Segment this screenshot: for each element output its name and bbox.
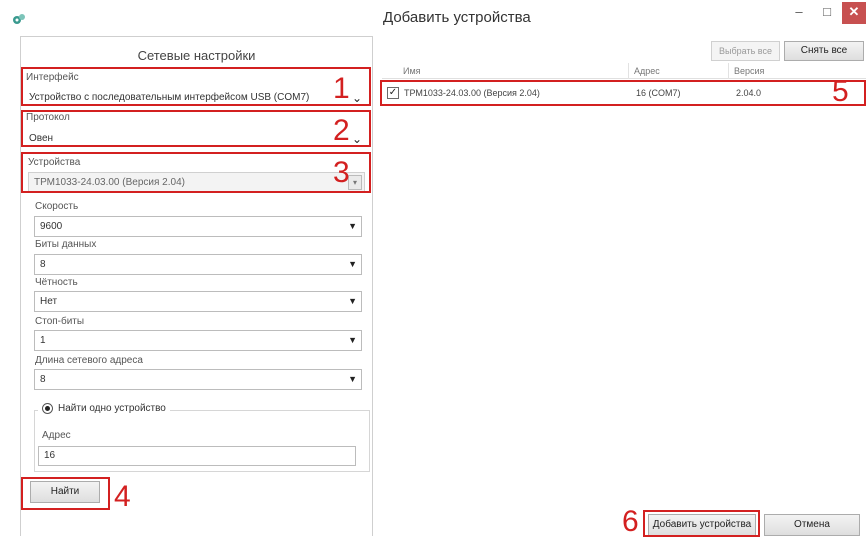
address-length-select[interactable]: 8 ▼	[34, 369, 362, 390]
callout-1: 1	[333, 72, 350, 105]
chevron-down-icon: ▼	[348, 335, 357, 345]
highlight-box-device-row	[380, 80, 866, 106]
app-icon	[13, 14, 25, 24]
highlight-box-devices	[21, 152, 371, 193]
data-bits-value: 8	[40, 259, 46, 270]
find-one-label: Найти одно устройство	[58, 403, 166, 414]
minimize-button[interactable]: –	[786, 2, 812, 24]
radio-selected-icon	[42, 403, 53, 414]
window-title: Добавить устройства	[383, 9, 531, 26]
highlight-box-find	[21, 477, 110, 510]
chevron-down-icon: ▼	[348, 221, 357, 231]
find-one-radio[interactable]: Найти одно устройство	[38, 403, 170, 414]
parity-select[interactable]: Нет ▼	[34, 291, 362, 312]
select-all-button[interactable]: Выбрать все	[711, 41, 780, 61]
title-bar: Добавить устройства – □ ✕	[0, 0, 866, 36]
deselect-all-button[interactable]: Снять все	[784, 41, 864, 61]
column-separator	[628, 63, 629, 79]
data-bits-label: Биты данных	[35, 239, 97, 250]
address-label: Адрес	[42, 430, 71, 441]
highlight-box-add	[643, 510, 760, 537]
column-name: Имя	[403, 66, 421, 76]
address-input[interactable]: 16	[38, 446, 356, 466]
callout-2: 2	[333, 114, 350, 147]
column-version: Версия	[734, 66, 765, 76]
maximize-button[interactable]: □	[814, 2, 840, 24]
stop-bits-select[interactable]: 1 ▼	[34, 330, 362, 351]
stop-bits-value: 1	[40, 335, 46, 346]
callout-6: 6	[622, 505, 639, 537]
stop-bits-label: Стоп-биты	[35, 316, 85, 327]
chevron-down-icon: ▼	[348, 259, 357, 269]
cancel-button[interactable]: Отмена	[764, 514, 860, 536]
speed-select[interactable]: 9600 ▼	[34, 216, 362, 237]
callout-5: 5	[832, 75, 849, 108]
close-button[interactable]: ✕	[842, 2, 866, 24]
chevron-down-icon: ▼	[348, 374, 357, 384]
parity-label: Чётность	[35, 277, 78, 288]
speed-value: 9600	[40, 221, 63, 232]
highlight-box-interface	[21, 67, 371, 106]
chevron-down-icon: ▼	[348, 296, 357, 306]
speed-label: Скорость	[35, 201, 79, 212]
column-address: Адрес	[634, 66, 660, 76]
address-length-label: Длина сетевого адреса	[35, 355, 143, 366]
data-bits-select[interactable]: 8 ▼	[34, 254, 362, 275]
highlight-box-protocol	[21, 110, 371, 147]
callout-4: 4	[114, 480, 131, 513]
address-length-value: 8	[40, 374, 46, 385]
callout-3: 3	[333, 156, 350, 189]
parity-value: Нет	[40, 296, 58, 307]
grid-header: Имя Адрес Версия	[382, 63, 866, 79]
column-separator	[728, 63, 729, 79]
panel-title: Сетевые настройки	[137, 48, 256, 63]
